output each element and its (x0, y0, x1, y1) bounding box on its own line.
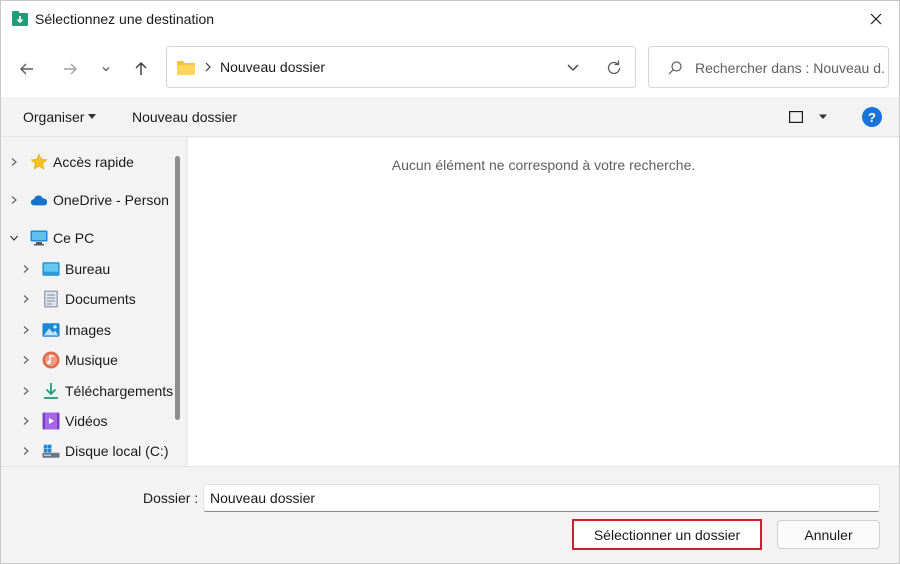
help-button[interactable]: ? (862, 107, 882, 127)
window-title: Sélectionnez une destination (35, 11, 215, 27)
cancel-button[interactable]: Annuler (777, 520, 880, 549)
folder-name-field[interactable] (203, 484, 880, 512)
search-input[interactable] (695, 57, 885, 79)
close-button[interactable] (853, 1, 899, 37)
sidebar-item-label: Téléchargements (65, 383, 174, 399)
sidebar-item-pictures[interactable]: Images (20, 317, 111, 343)
chevron-right-icon[interactable] (20, 263, 32, 275)
back-button[interactable] (13, 55, 41, 83)
arrow-up-icon (135, 62, 147, 75)
sidebar-item-quick-access[interactable]: Accès rapide (8, 149, 134, 175)
caret-down-icon (88, 113, 97, 119)
empty-results-message: Aucun élément ne correspond à votre rech… (391, 157, 696, 173)
chevron-right-icon[interactable] (20, 324, 32, 336)
chevron-right-icon[interactable] (20, 293, 32, 305)
folder-field-label: Dossier : (143, 490, 199, 506)
chevron-down-icon[interactable] (8, 232, 20, 244)
view-mode-button[interactable] (787, 108, 805, 126)
chevron-right-icon (205, 62, 211, 72)
view-options-dropdown[interactable] (815, 108, 831, 126)
sidebar-item-music[interactable]: Musique (20, 347, 118, 373)
image-icon (42, 321, 60, 339)
download-icon (42, 382, 60, 400)
chevron-right-icon[interactable] (20, 385, 32, 397)
folder-icon (177, 61, 195, 75)
folder-download-icon (12, 11, 28, 26)
drive-icon (42, 442, 60, 460)
sidebar-item-label: Images (65, 322, 111, 338)
sidebar-item-label: Disque local (C:) (65, 443, 169, 459)
sidebar-item-label: Ce PC (53, 230, 95, 246)
address-bar[interactable]: Nouveau dossier (166, 46, 636, 88)
sidebar-item-videos[interactable]: Vidéos (20, 408, 108, 434)
sidebar-item-this-pc[interactable]: Ce PC (8, 225, 94, 251)
chevron-right-icon[interactable] (8, 194, 20, 206)
sidebar-item-label: OneDrive - Person (53, 192, 169, 208)
navigation-bar: Nouveau dossier (1, 39, 899, 97)
sidebar-scrollbar[interactable] (175, 156, 180, 420)
cloud-icon (30, 191, 48, 209)
new-folder-button[interactable]: Nouveau dossier (132, 109, 237, 125)
search-box[interactable] (648, 46, 889, 88)
chevron-down-icon (567, 64, 579, 71)
sidebar-item-local-disk[interactable]: Disque local (C:) (20, 438, 168, 464)
forward-button[interactable] (56, 55, 84, 83)
sidebar-item-onedrive[interactable]: OneDrive - Person (8, 187, 169, 213)
refresh-button[interactable] (603, 57, 625, 79)
up-button[interactable] (127, 55, 155, 83)
document-icon (42, 290, 60, 308)
chevron-right-icon[interactable] (20, 354, 32, 366)
sidebar-item-label: Documents (65, 291, 136, 307)
sidebar-item-label: Accès rapide (53, 154, 134, 170)
navigation-pane: Accès rapide OneDrive - Person Ce PC Bur… (1, 138, 187, 466)
sidebar-item-label: Vidéos (65, 413, 108, 429)
address-history-dropdown[interactable] (563, 57, 583, 77)
star-icon (30, 153, 48, 171)
select-folder-button[interactable]: Sélectionner un dossier (572, 519, 762, 550)
sidebar-item-label: Bureau (65, 261, 111, 277)
organize-label: Organiser (23, 109, 85, 125)
sidebar-item-documents[interactable]: Documents (20, 286, 136, 312)
recent-locations-button[interactable] (92, 55, 120, 83)
file-list-pane: Aucun élément ne correspond à votre rech… (188, 138, 899, 466)
monitor-icon (30, 229, 48, 247)
window-view-icon (789, 111, 803, 123)
folder-picker-dialog: Sélectionnez une destination Nouveau dos… (0, 0, 900, 564)
address-path[interactable]: Nouveau dossier (220, 59, 325, 75)
arrow-right-icon (64, 63, 77, 75)
desktop-icon (42, 260, 60, 278)
chevron-down-icon (102, 67, 110, 72)
chevron-right-icon[interactable] (20, 415, 32, 427)
organize-menu-button[interactable]: Organiser (23, 109, 97, 125)
close-icon (870, 13, 882, 25)
command-bar: Organiser Nouveau dossier ? (1, 97, 899, 137)
refresh-icon (607, 60, 621, 75)
search-icon (668, 61, 682, 75)
title-bar: Sélectionnez une destination (1, 1, 899, 39)
caret-down-icon (819, 114, 827, 119)
sidebar-item-label: Musique (65, 352, 118, 368)
dialog-footer: Dossier : Sélectionner un dossier Annule… (1, 466, 899, 563)
music-icon (42, 351, 60, 369)
arrow-left-icon (20, 63, 33, 75)
chevron-right-icon[interactable] (8, 156, 20, 168)
sidebar-item-desktop[interactable]: Bureau (20, 256, 110, 282)
video-icon (42, 412, 60, 430)
chevron-right-icon[interactable] (20, 445, 32, 457)
sidebar-item-downloads[interactable]: Téléchargements (20, 378, 173, 404)
